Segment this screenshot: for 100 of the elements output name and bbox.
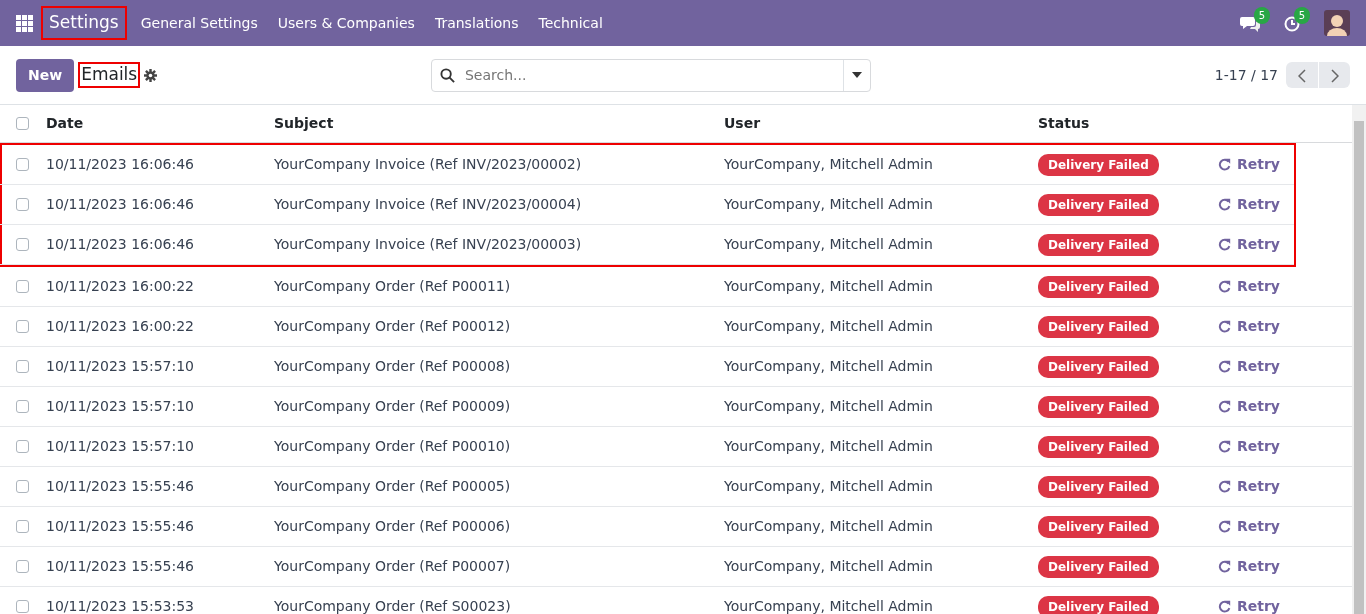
user-cell-text: YourCompany, Mitchell Admin bbox=[724, 477, 934, 496]
row-checkbox[interactable] bbox=[16, 238, 29, 251]
subject-cell-text: YourCompany Invoice (Ref INV/2023/00004) bbox=[274, 195, 583, 214]
user-cell-text: YourCompany, Mitchell Admin bbox=[724, 155, 934, 174]
activity-count: 5 bbox=[1293, 7, 1310, 25]
subject-cell-text: YourCompany Order (Ref P00010) bbox=[274, 437, 512, 456]
refresh-icon bbox=[1218, 400, 1231, 413]
status-badge: Delivery Failed bbox=[1038, 193, 1159, 216]
user-cell-text: YourCompany, Mitchell Admin bbox=[724, 437, 934, 456]
retry-button[interactable]: Retry bbox=[1218, 234, 1280, 255]
next-button[interactable] bbox=[1318, 62, 1350, 88]
app-grid-icon[interactable] bbox=[16, 14, 33, 32]
status-badge: Delivery Failed bbox=[1038, 315, 1159, 338]
retry-button[interactable]: Retry bbox=[1218, 316, 1280, 337]
retry-button[interactable]: Retry bbox=[1218, 556, 1280, 577]
dropdown-caret-icon[interactable] bbox=[852, 72, 862, 78]
date-cell-text: 10/11/2023 15:55:46 bbox=[46, 557, 196, 576]
refresh-icon bbox=[1218, 520, 1231, 533]
refresh-icon bbox=[1218, 440, 1231, 453]
refresh-icon bbox=[1218, 198, 1231, 211]
scrollbar[interactable] bbox=[1352, 105, 1366, 614]
status-badge: Delivery Failed bbox=[1038, 275, 1159, 298]
message-count: 5 bbox=[1253, 7, 1270, 25]
refresh-icon bbox=[1218, 158, 1231, 171]
row-checkbox[interactable] bbox=[16, 360, 29, 373]
subject-cell-text: YourCompany Order (Ref P00005) bbox=[274, 477, 512, 496]
refresh-icon bbox=[1218, 600, 1231, 613]
row-checkbox[interactable] bbox=[16, 158, 29, 171]
app-name[interactable]: Settings bbox=[41, 6, 127, 40]
settings-icon[interactable] bbox=[144, 68, 158, 82]
column-header[interactable]: Status bbox=[1038, 113, 1218, 134]
row-checkbox[interactable] bbox=[16, 440, 29, 453]
user-cell-text: YourCompany, Mitchell Admin bbox=[724, 517, 934, 536]
user-cell-text: YourCompany, Mitchell Admin bbox=[724, 235, 934, 254]
chevron-right-icon bbox=[1330, 68, 1339, 83]
refresh-icon bbox=[1218, 360, 1231, 373]
retry-button[interactable]: Retry bbox=[1218, 194, 1280, 215]
retry-button[interactable]: Retry bbox=[1218, 516, 1280, 537]
status-badge: Delivery Failed bbox=[1038, 355, 1159, 378]
row-checkbox[interactable] bbox=[16, 600, 29, 613]
row-checkbox[interactable] bbox=[16, 480, 29, 493]
chat-icon[interactable] bbox=[1240, 15, 1260, 32]
avatar-icon[interactable] bbox=[1324, 10, 1350, 36]
user-cell-text: YourCompany, Mitchell Admin bbox=[724, 597, 934, 614]
menu-item[interactable]: Technical bbox=[528, 12, 613, 34]
column-header[interactable]: User bbox=[724, 113, 1038, 134]
subject-cell-text: YourCompany Order (Ref P00008) bbox=[274, 357, 512, 376]
retry-button[interactable]: Retry bbox=[1218, 436, 1280, 457]
subject-cell-text: YourCompany Order (Ref P00012) bbox=[274, 317, 512, 336]
retry-button[interactable]: Retry bbox=[1218, 596, 1280, 614]
select-all-checkbox[interactable] bbox=[16, 117, 29, 130]
clock-icon[interactable] bbox=[1284, 15, 1300, 32]
previous-button[interactable] bbox=[1286, 62, 1318, 88]
subject-cell-text: YourCompany Invoice (Ref INV/2023/00003) bbox=[274, 235, 583, 254]
refresh-icon bbox=[1218, 320, 1231, 333]
status-badge: Delivery Failed bbox=[1038, 233, 1159, 256]
pager-text: 1-17 / 17 bbox=[1214, 65, 1278, 85]
status-badge: Delivery Failed bbox=[1038, 475, 1159, 498]
column-header[interactable]: Date bbox=[46, 113, 274, 134]
page-title: Emails bbox=[78, 62, 141, 88]
subject-cell-text: YourCompany Order (Ref S00023) bbox=[274, 597, 512, 614]
user-cell-text: YourCompany, Mitchell Admin bbox=[724, 557, 934, 576]
date-cell-text: 10/11/2023 16:06:46 bbox=[46, 195, 196, 214]
row-checkbox[interactable] bbox=[16, 400, 29, 413]
retry-button[interactable]: Retry bbox=[1218, 476, 1280, 497]
search-field[interactable]: Search... bbox=[431, 58, 871, 92]
chevron-left-icon bbox=[1298, 68, 1306, 83]
retry-button[interactable]: Retry bbox=[1218, 396, 1280, 417]
date-cell-text: 10/11/2023 15:57:10 bbox=[46, 437, 196, 456]
date-cell-text: 10/11/2023 16:00:22 bbox=[46, 317, 196, 336]
status-badge: Delivery Failed bbox=[1038, 153, 1159, 176]
retry-button[interactable]: Retry bbox=[1218, 356, 1280, 377]
refresh-icon bbox=[1218, 280, 1231, 293]
menu-item[interactable]: General Settings bbox=[130, 12, 268, 34]
status-badge: Delivery Failed bbox=[1038, 595, 1159, 614]
status-badge: Delivery Failed bbox=[1038, 395, 1159, 418]
row-checkbox[interactable] bbox=[16, 320, 29, 333]
retry-button[interactable]: Retry bbox=[1218, 276, 1280, 297]
status-badge: Delivery Failed bbox=[1038, 435, 1159, 458]
status-badge: Delivery Failed bbox=[1038, 515, 1159, 538]
row-checkbox[interactable] bbox=[16, 560, 29, 573]
new-button[interactable]: New bbox=[16, 58, 75, 92]
menu-item[interactable]: Translations bbox=[424, 12, 529, 34]
date-cell-text: 10/11/2023 15:57:10 bbox=[46, 397, 196, 416]
user-cell-text: YourCompany, Mitchell Admin bbox=[724, 195, 934, 214]
subject-cell-text: YourCompany Order (Ref P00009) bbox=[274, 397, 512, 416]
date-cell-text: 10/11/2023 15:57:10 bbox=[46, 357, 196, 376]
row-checkbox[interactable] bbox=[16, 198, 29, 211]
date-cell-text: 10/11/2023 16:06:46 bbox=[46, 155, 196, 174]
retry-button[interactable]: Retry bbox=[1218, 154, 1280, 175]
date-cell-text: 10/11/2023 15:55:46 bbox=[46, 477, 196, 496]
column-header[interactable]: Subject bbox=[274, 113, 724, 134]
subject-cell-text: YourCompany Order (Ref P00007) bbox=[274, 557, 512, 576]
row-checkbox[interactable] bbox=[16, 520, 29, 533]
row-checkbox[interactable] bbox=[16, 280, 29, 293]
user-cell-text: YourCompany, Mitchell Admin bbox=[724, 397, 934, 416]
menu-item[interactable]: Users & Companies bbox=[267, 12, 425, 34]
user-cell-text: YourCompany, Mitchell Admin bbox=[724, 357, 934, 376]
refresh-icon bbox=[1218, 560, 1231, 573]
date-cell-text: 10/11/2023 16:06:46 bbox=[46, 235, 196, 254]
